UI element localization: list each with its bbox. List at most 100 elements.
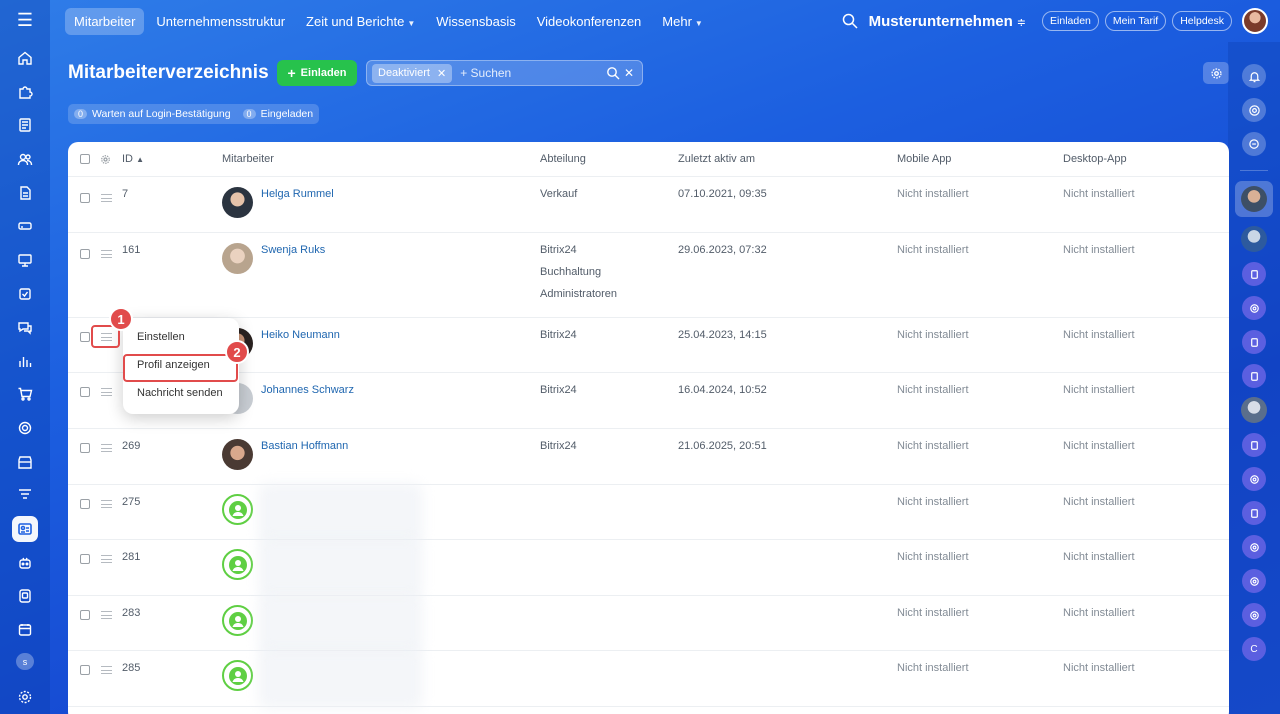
robot-icon[interactable] <box>12 550 38 576</box>
target-chat-icon[interactable] <box>1242 535 1266 559</box>
header-id[interactable]: ID ▲ <box>122 148 144 171</box>
drive-icon[interactable] <box>12 214 38 240</box>
avatar[interactable] <box>222 605 253 636</box>
home-icon[interactable] <box>12 45 38 71</box>
document-chat-icon[interactable] <box>1242 262 1266 286</box>
tasks-icon[interactable] <box>12 281 38 307</box>
store-icon[interactable] <box>12 449 38 475</box>
counter-invited[interactable]: 0 Eingeladen <box>242 108 313 120</box>
list-settings-button[interactable] <box>1203 62 1229 84</box>
tab-company-structure[interactable]: Unternehmensstruktur <box>147 8 294 35</box>
avatar[interactable] <box>222 243 253 274</box>
target-chat-icon[interactable] <box>1242 467 1266 491</box>
invite-top-button[interactable]: Einladen <box>1042 11 1099 31</box>
chat-icon[interactable] <box>12 314 38 340</box>
user-avatar[interactable] <box>1242 8 1268 34</box>
avatar[interactable] <box>222 660 253 691</box>
target-chat-icon[interactable] <box>1242 296 1266 320</box>
team-icon[interactable] <box>12 146 38 172</box>
row-menu-icon[interactable] <box>101 444 112 452</box>
row-checkbox[interactable] <box>80 610 90 620</box>
row-checkbox[interactable] <box>80 193 90 203</box>
row-menu-icon[interactable] <box>101 194 112 202</box>
news-feed-icon[interactable] <box>12 113 38 139</box>
document-chat-icon[interactable] <box>1242 501 1266 525</box>
employees-icon[interactable] <box>12 516 38 542</box>
employee-name-link[interactable]: Swenja Ruks <box>261 239 325 261</box>
puzzle-icon[interactable] <box>12 79 38 105</box>
header-last-active[interactable]: Zuletzt aktiv am <box>678 148 755 170</box>
table-row[interactable]: 269 Bastian Hoffmann Bitrix24 21.06.2025… <box>68 429 1229 485</box>
avatar[interactable] <box>1241 226 1267 252</box>
target-chat-icon[interactable] <box>1242 569 1266 593</box>
avatar[interactable] <box>222 549 253 580</box>
row-checkbox[interactable] <box>80 443 90 453</box>
menu-item-settings[interactable]: Einstellen <box>137 331 185 343</box>
row-menu-icon[interactable] <box>101 555 112 563</box>
clear-search-icon[interactable]: ✕ <box>624 66 634 80</box>
analytics-icon[interactable] <box>12 348 38 374</box>
filter-search-bar[interactable]: Deaktiviert ✕ + Suchen ✕ <box>366 60 643 86</box>
target-icon[interactable] <box>1242 98 1266 122</box>
recent-chat-current[interactable] <box>1235 181 1273 217</box>
document-chat-icon[interactable] <box>1242 330 1266 354</box>
settings-gear-icon[interactable] <box>12 684 38 710</box>
gear-icon[interactable] <box>100 154 111 165</box>
search-input[interactable]: + Suchen <box>460 66 606 80</box>
employee-name-link[interactable]: Johannes Schwarz <box>261 379 354 401</box>
row-menu-icon[interactable] <box>101 611 112 619</box>
table-row[interactable]: 283 Nicht installiert Nicht installiert <box>68 594 1229 654</box>
target-icon[interactable] <box>12 415 38 441</box>
presentation-icon[interactable] <box>12 247 38 273</box>
header-desktop-app[interactable]: Desktop-App <box>1063 148 1127 170</box>
row-checkbox[interactable] <box>80 332 90 342</box>
avatar[interactable] <box>222 494 253 525</box>
table-row[interactable]: 7 Helga Rummel Verkauf 07.10.2021, 09:35… <box>68 177 1229 233</box>
table-row[interactable]: 161 Swenja Ruks Bitrix24 Buchhaltung Adm… <box>68 233 1229 318</box>
filter-chip-deactivated[interactable]: Deaktiviert ✕ <box>372 63 453 83</box>
tab-knowledge-base[interactable]: Wissensbasis <box>427 8 524 35</box>
header-employee[interactable]: Mitarbeiter <box>222 148 274 170</box>
hamburger-menu-icon[interactable]: ☰ <box>0 0 50 41</box>
menu-item-send-message[interactable]: Nachricht senden <box>137 387 223 399</box>
header-department[interactable]: Abteilung <box>540 148 586 170</box>
invite-button[interactable]: + Einladen <box>277 60 357 86</box>
employee-name-link[interactable]: Heiko Neumann <box>261 324 340 346</box>
table-row[interactable]: Johannes Schwarz Bitrix24 16.04.2024, 10… <box>68 373 1229 429</box>
avatar[interactable] <box>1241 397 1267 423</box>
calendar-icon[interactable] <box>12 617 38 643</box>
company-name[interactable]: Musterunternehmen ≑ <box>869 13 1026 30</box>
document-chat-icon[interactable] <box>1242 433 1266 457</box>
search-icon[interactable] <box>841 12 859 30</box>
row-menu-icon[interactable] <box>101 388 112 396</box>
apps-icon[interactable] <box>12 583 38 609</box>
chat-letter-avatar[interactable]: C <box>1242 637 1266 661</box>
filter-icon[interactable] <box>12 483 38 509</box>
search-icon[interactable] <box>606 66 620 80</box>
table-row[interactable]: 281 Nicht installiert Nicht installiert <box>68 538 1229 598</box>
target-chat-icon[interactable] <box>1242 603 1266 627</box>
table-row[interactable]: 275 Nicht installiert Nicht installiert <box>68 483 1229 543</box>
tab-time-reports[interactable]: Zeit und Berichte ▼ <box>297 8 424 35</box>
row-menu-icon[interactable] <box>101 250 112 258</box>
row-checkbox[interactable] <box>80 249 90 259</box>
table-row[interactable]: 285 Nicht installiert Nicht installiert <box>68 649 1229 709</box>
bell-icon[interactable] <box>1242 64 1266 88</box>
select-all-checkbox[interactable] <box>80 154 90 164</box>
tab-employees[interactable]: Mitarbeiter <box>65 7 145 35</box>
counter-awaiting-login[interactable]: 0 Warten auf Login-Bestätigung <box>74 108 231 120</box>
row-checkbox[interactable] <box>80 554 90 564</box>
chat-search-icon[interactable] <box>1242 132 1266 156</box>
my-tariff-button[interactable]: Mein Tarif <box>1104 11 1167 31</box>
row-menu-icon[interactable] <box>101 666 112 674</box>
tab-video-conferences[interactable]: Videokonferenzen <box>528 8 651 35</box>
row-checkbox[interactable] <box>80 499 90 509</box>
tab-more[interactable]: Mehr ▼ <box>653 8 712 35</box>
employee-name-link[interactable]: Helga Rummel <box>261 183 334 205</box>
document-icon[interactable] <box>12 180 38 206</box>
shop-cart-icon[interactable] <box>12 382 38 408</box>
employee-name-link[interactable]: Bastian Hoffmann <box>261 435 348 457</box>
avatar[interactable] <box>222 439 253 470</box>
row-checkbox[interactable] <box>80 665 90 675</box>
avatar[interactable] <box>222 187 253 218</box>
